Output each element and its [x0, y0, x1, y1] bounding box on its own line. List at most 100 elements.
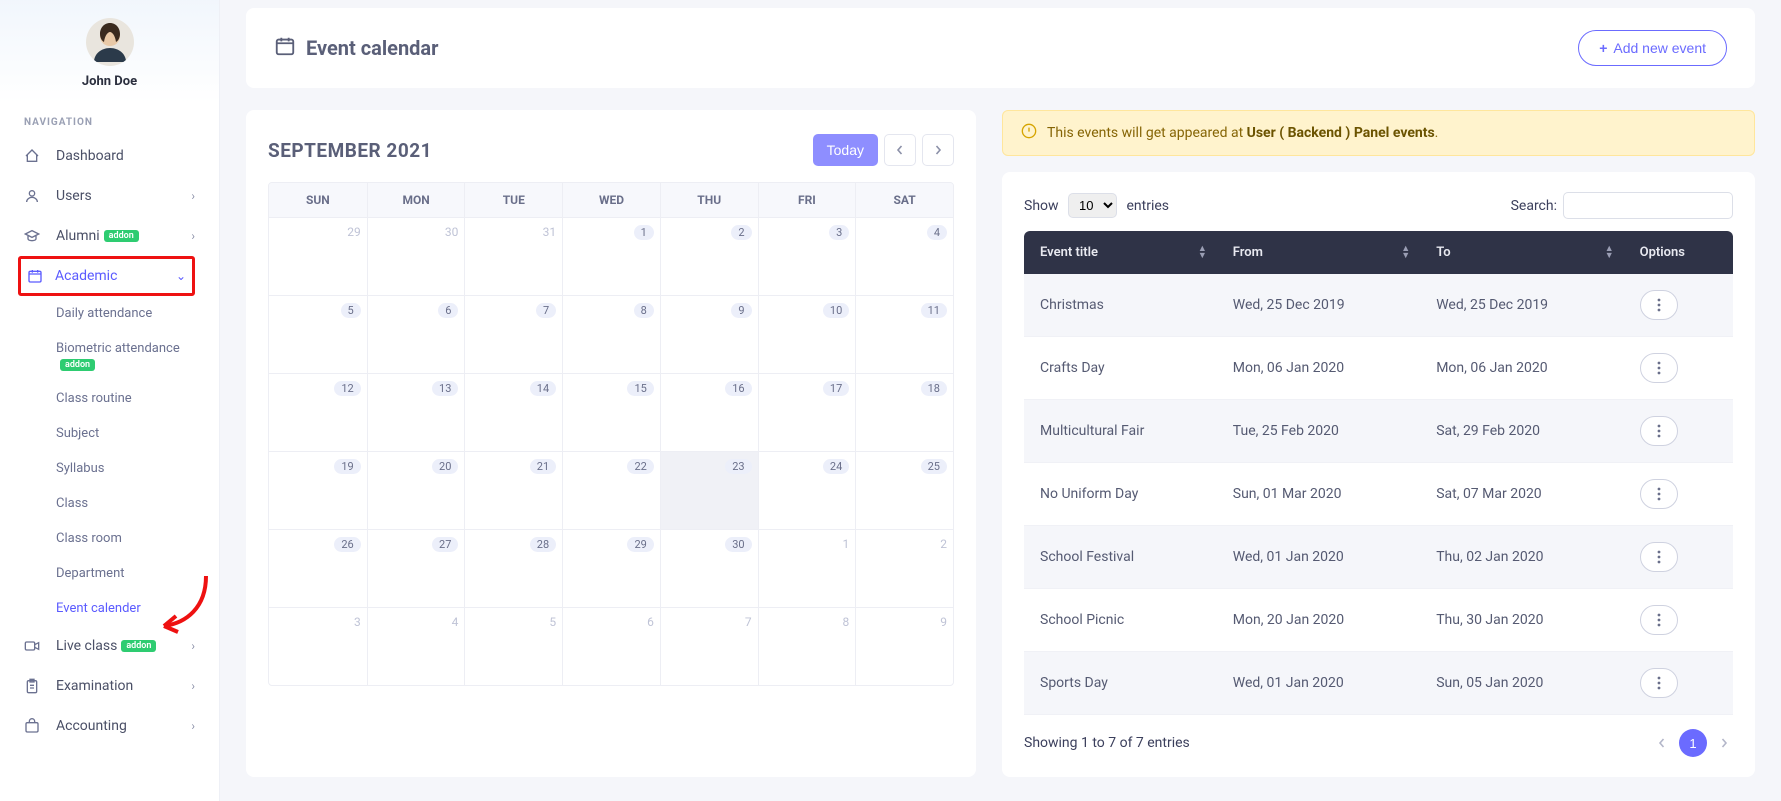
calendar-day-cell[interactable]: 3 [269, 607, 367, 685]
calendar-day-cell[interactable]: 11 [855, 295, 953, 373]
sidebar-sub-event-calender[interactable]: Event calender [56, 591, 219, 626]
sidebar-sub-class-routine[interactable]: Class routine [56, 381, 219, 416]
calendar-day-cell[interactable]: 23 [660, 451, 758, 529]
calendar-day-cell[interactable]: 21 [464, 451, 562, 529]
table-header-options[interactable]: Options [1624, 231, 1733, 274]
calendar-day-cell[interactable]: 10 [758, 295, 856, 373]
calendar-day-cell[interactable]: 18 [855, 373, 953, 451]
sidebar-sub-class[interactable]: Class [56, 486, 219, 521]
sidebar-sub-label: Daily attendance [56, 306, 152, 321]
row-options-button[interactable] [1640, 605, 1678, 635]
table-header-event-title[interactable]: Event title▲▼ [1024, 231, 1217, 274]
sidebar-item-accounting[interactable]: Accounting › [0, 706, 219, 746]
pager-next-button[interactable] [1715, 732, 1733, 755]
row-options-button[interactable] [1640, 668, 1678, 698]
table-header-from[interactable]: From▲▼ [1217, 231, 1420, 274]
sidebar-sub-subject[interactable]: Subject [56, 416, 219, 451]
calendar-day-cell[interactable]: 22 [562, 451, 660, 529]
calendar-day-cell[interactable]: 5 [269, 295, 367, 373]
row-options-button[interactable] [1640, 479, 1678, 509]
addon-badge: addon [104, 230, 139, 242]
avatar[interactable] [86, 18, 134, 66]
calendar-today-button[interactable]: Today [813, 134, 878, 166]
calendar-day-cell[interactable]: 30 [367, 217, 465, 295]
sidebar-sub-class-room[interactable]: Class room [56, 521, 219, 556]
sidebar-item-alumni[interactable]: Alumniaddon› [0, 216, 219, 256]
table-header-to[interactable]: To▲▼ [1420, 231, 1623, 274]
calendar-day-cell[interactable]: 1 [758, 529, 856, 607]
calendar-day-cell[interactable]: 9 [855, 607, 953, 685]
calendar-day-number: 26 [334, 537, 360, 552]
calendar-day-number: 24 [823, 459, 849, 474]
calendar-day-cell[interactable]: 25 [855, 451, 953, 529]
calendar-day-cell[interactable]: 7 [660, 607, 758, 685]
row-options-button[interactable] [1640, 416, 1678, 446]
sidebar-item-dashboard[interactable]: Dashboard [0, 136, 219, 176]
calendar-day-cell[interactable]: 8 [562, 295, 660, 373]
calendar-day-cell[interactable]: 6 [367, 295, 465, 373]
cell-event-title: No Uniform Day [1024, 463, 1217, 526]
sidebar-sub-daily-attendance[interactable]: Daily attendance [56, 296, 219, 331]
sidebar-item-label: Accounting [56, 718, 127, 734]
pager-page-1[interactable]: 1 [1679, 729, 1707, 757]
calendar-day-cell[interactable]: 4 [367, 607, 465, 685]
pager-prev-button[interactable] [1653, 732, 1671, 755]
calendar-dow: MON [367, 183, 465, 217]
calendar-day-cell[interactable]: 8 [758, 607, 856, 685]
add-new-event-button[interactable]: + Add new event [1578, 30, 1727, 66]
calendar-day-cell[interactable]: 4 [855, 217, 953, 295]
calendar-day-cell[interactable]: 29 [562, 529, 660, 607]
calendar-day-number: 5 [536, 615, 556, 629]
events-table: Event title▲▼From▲▼To▲▼Options Christmas… [1024, 231, 1733, 715]
calendar-prev-button[interactable] [884, 134, 916, 166]
calendar-day-cell[interactable]: 2 [660, 217, 758, 295]
calendar-next-button[interactable] [922, 134, 954, 166]
calendar-day-cell[interactable]: 31 [464, 217, 562, 295]
calendar-day-cell[interactable]: 27 [367, 529, 465, 607]
calendar-day-cell[interactable]: 5 [464, 607, 562, 685]
row-options-button[interactable] [1640, 353, 1678, 383]
sidebar-sub-label: Subject [56, 426, 99, 441]
row-options-button[interactable] [1640, 542, 1678, 572]
cell-to: Thu, 30 Jan 2020 [1420, 589, 1623, 652]
calendar-day-cell[interactable]: 16 [660, 373, 758, 451]
calendar-day-cell[interactable]: 2 [855, 529, 953, 607]
calendar-day-cell[interactable]: 12 [269, 373, 367, 451]
calendar-day-cell[interactable]: 14 [464, 373, 562, 451]
sidebar-sub-department[interactable]: Department [56, 556, 219, 591]
calendar-day-cell[interactable]: 15 [562, 373, 660, 451]
calendar-day-number: 19 [334, 459, 360, 474]
calendar-day-cell[interactable]: 3 [758, 217, 856, 295]
calendar-day-cell[interactable]: 30 [660, 529, 758, 607]
calendar-day-cell[interactable]: 24 [758, 451, 856, 529]
calendar-day-cell[interactable]: 6 [562, 607, 660, 685]
sidebar-item-live-class[interactable]: Live classaddon› [0, 626, 219, 666]
calendar-day-cell[interactable]: 13 [367, 373, 465, 451]
calendar-day-cell[interactable]: 17 [758, 373, 856, 451]
calendar-day-number: 6 [438, 303, 458, 318]
calendar-day-cell[interactable]: 26 [269, 529, 367, 607]
sidebar-item-users[interactable]: Users› [0, 176, 219, 216]
cell-from: Wed, 01 Jan 2020 [1217, 652, 1420, 715]
calendar-day-number: 18 [921, 381, 947, 396]
sidebar-sub-biometric-attendance[interactable]: Biometric attendanceaddon [56, 331, 219, 381]
table-length-select[interactable]: 10 [1068, 193, 1117, 218]
row-options-button[interactable] [1640, 290, 1678, 320]
sidebar-item-academic[interactable]: Academic⌄ [18, 256, 195, 296]
chevron-right-icon: › [191, 719, 195, 733]
calendar-day-cell[interactable]: 7 [464, 295, 562, 373]
search-input[interactable] [1563, 192, 1733, 219]
calendar-day-number: 9 [731, 303, 751, 318]
profile-name: John Doe [0, 74, 219, 89]
calendar-day-cell[interactable]: 29 [269, 217, 367, 295]
sidebar-item-examination[interactable]: Examination› [0, 666, 219, 706]
sidebar-sub-syllabus[interactable]: Syllabus [56, 451, 219, 486]
calendar-day-cell[interactable]: 20 [367, 451, 465, 529]
cell-from: Tue, 25 Feb 2020 [1217, 400, 1420, 463]
calendar-day-cell[interactable]: 28 [464, 529, 562, 607]
calendar-day-cell[interactable]: 9 [660, 295, 758, 373]
calendar-day-cell[interactable]: 19 [269, 451, 367, 529]
calendar-day-cell[interactable]: 1 [562, 217, 660, 295]
calendar-day-number: 17 [823, 381, 849, 396]
more-vertical-icon [1657, 424, 1661, 438]
